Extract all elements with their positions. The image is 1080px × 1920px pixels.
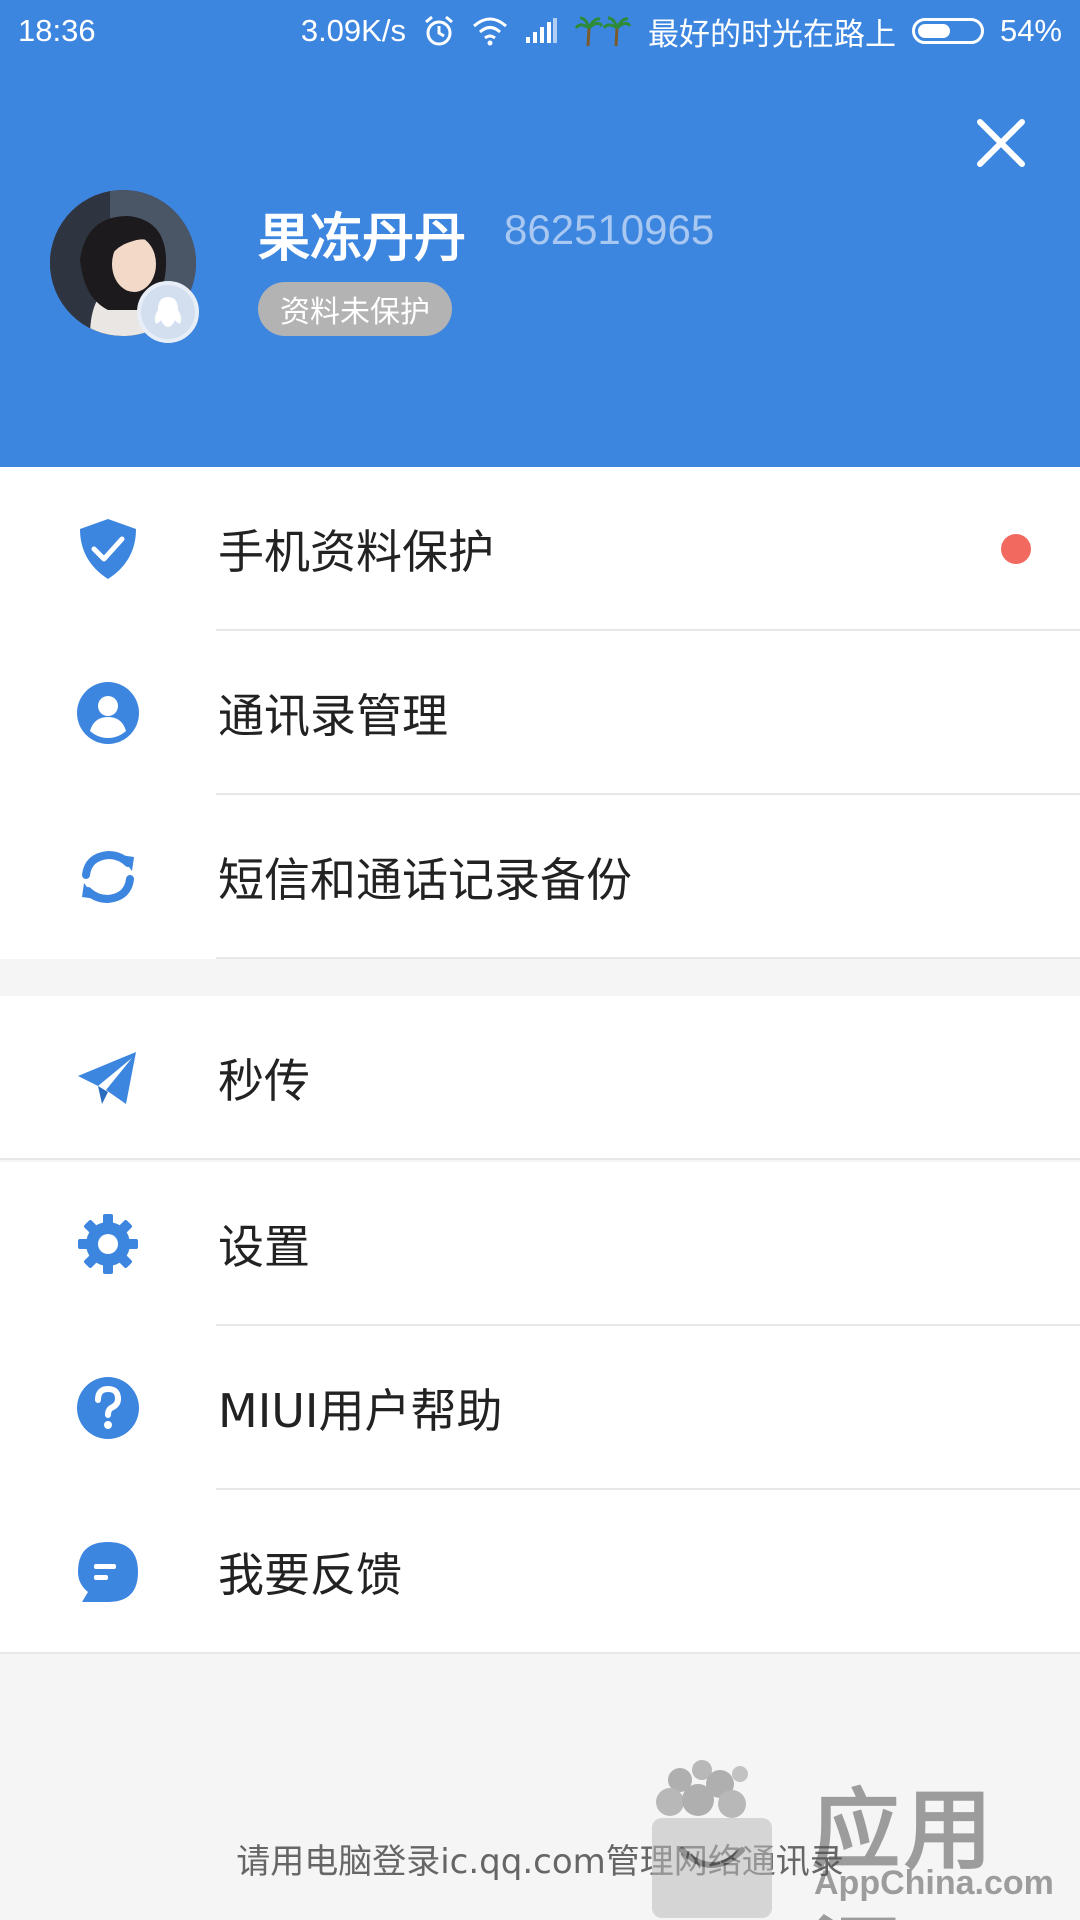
divider xyxy=(0,1652,1080,1654)
menu-group-data: 手机资料保护 通讯录管理 短信和通话记录备份 xyxy=(0,467,1080,959)
qq-badge xyxy=(137,281,199,343)
battery-percent: 54% xyxy=(999,13,1062,48)
close-button[interactable] xyxy=(968,110,1034,176)
screen: 18:36 3.09K/s 最好的时光在路上 54% 果冻丹丹 86251096… xyxy=(0,0,1080,1920)
protection-status-badge[interactable]: 资料未保护 xyxy=(258,282,452,336)
profile-header: 18:36 3.09K/s 最好的时光在路上 54% 果冻丹丹 86251096… xyxy=(0,0,1080,467)
battery-icon xyxy=(911,18,984,44)
menu-item-label: MIUI用户帮助 xyxy=(218,1384,503,1438)
watermark-en: AppChina.com xyxy=(814,1864,1054,1902)
menu-item-feedback[interactable]: 我要反馈 xyxy=(0,1490,1080,1654)
notification-dot xyxy=(1001,534,1031,564)
palm-tree-icon xyxy=(574,14,632,48)
status-bar: 18:36 3.09K/s 最好的时光在路上 54% xyxy=(0,0,1080,62)
network-speed: 3.09K/s xyxy=(300,13,406,48)
menu-group-transfer: 秒传 xyxy=(0,996,1080,1160)
sync-icon xyxy=(76,845,140,909)
menu-item-label: 我要反馈 xyxy=(218,1548,402,1602)
divider xyxy=(216,957,1080,959)
menu-item-label: 设置 xyxy=(218,1220,310,1274)
status-time: 18:36 xyxy=(18,13,96,48)
feedback-icon xyxy=(76,1540,140,1604)
menu-item-miui-help[interactable]: MIUI用户帮助 xyxy=(0,1326,1080,1490)
menu-item-label: 通讯录管理 xyxy=(218,689,448,743)
shopping-bag-logo xyxy=(652,1760,772,1918)
menu-item-label: 手机资料保护 xyxy=(218,525,494,579)
menu-item-label: 秒传 xyxy=(218,1054,310,1108)
menu-group-settings: 设置 MIUI用户帮助 我要反馈 xyxy=(0,1162,1080,1654)
qq-penguin-icon xyxy=(154,297,182,327)
divider xyxy=(0,1158,1080,1160)
contact-person-icon xyxy=(76,681,140,745)
menu-item-instant-transfer[interactable]: 秒传 xyxy=(0,996,1080,1160)
menu-item-phone-data-protection[interactable]: 手机资料保护 xyxy=(0,467,1080,631)
alarm-icon xyxy=(422,14,456,48)
menu-item-label: 短信和通话记录备份 xyxy=(218,853,632,907)
menu-item-sms-call-backup[interactable]: 短信和通话记录备份 xyxy=(0,795,1080,959)
signal-icon xyxy=(524,17,558,45)
appchina-watermark: 应用汇 AppChina.com xyxy=(640,1740,1080,1920)
close-icon xyxy=(977,119,1025,167)
help-icon xyxy=(76,1376,140,1440)
user-name: 果冻丹丹 xyxy=(258,209,467,269)
carrier-text: 最好的时光在路上 xyxy=(647,16,896,52)
paper-plane-icon xyxy=(76,1046,140,1110)
menu-item-settings[interactable]: 设置 xyxy=(0,1162,1080,1326)
wifi-icon xyxy=(472,16,508,46)
shield-check-icon xyxy=(76,517,140,581)
gear-icon xyxy=(76,1212,140,1276)
user-id: 862510965 xyxy=(504,206,715,253)
menu-item-contacts-management[interactable]: 通讯录管理 xyxy=(0,631,1080,795)
